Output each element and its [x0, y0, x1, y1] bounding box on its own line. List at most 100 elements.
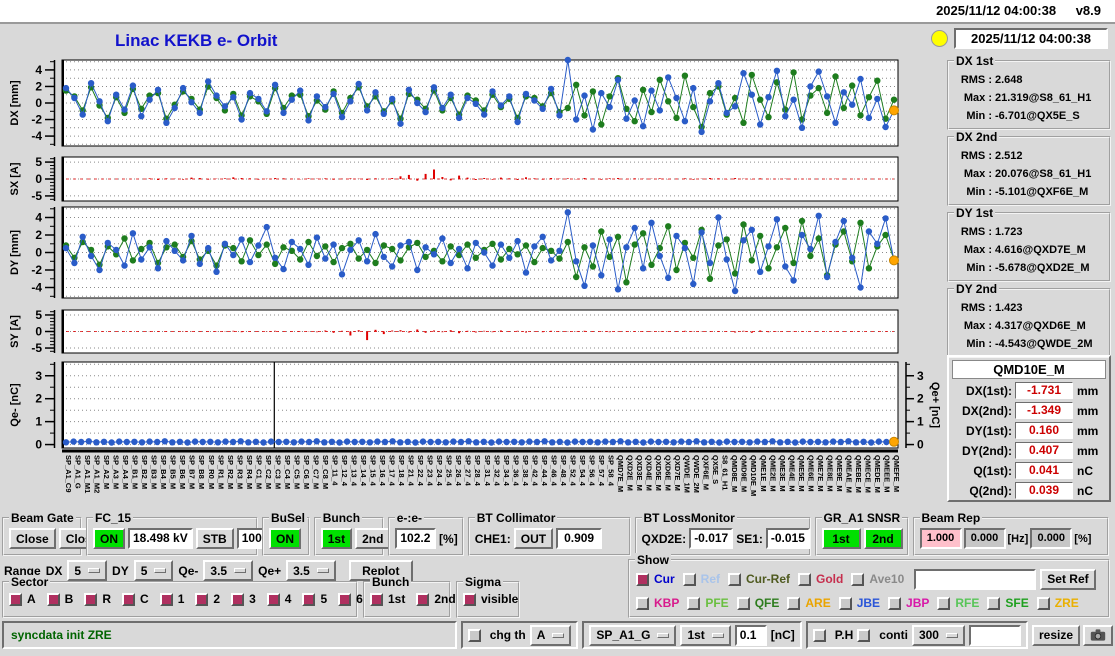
range-dy-dropdown[interactable]: 5 [133, 560, 174, 581]
chg-th-dropdown[interactable]: A [529, 624, 572, 646]
sector-checkbox-4[interactable] [266, 592, 280, 606]
sector-checkbox-5[interactable] [302, 592, 316, 606]
sector-checkbox-a[interactable] [9, 592, 22, 606]
ee-ratio-unit: [%] [439, 531, 458, 546]
svg-text:SP_B5_M: SP_B5_M [169, 455, 178, 489]
show-checkbox-sfe[interactable] [987, 596, 1001, 610]
svg-text:3: 3 [35, 369, 42, 383]
show-checkbox-kbp[interactable] [636, 596, 649, 610]
svg-text:5: 5 [35, 308, 42, 322]
sector-checkbox-b[interactable] [46, 592, 60, 606]
bunch-dropdown[interactable]: 1st [680, 624, 731, 646]
se1-label: SE1: [736, 531, 763, 546]
chg-th-checkbox[interactable] [467, 628, 481, 642]
aux-input[interactable] [968, 624, 1021, 646]
show-label-rfe: RFE [955, 596, 980, 610]
bunch-title: Bunch [320, 511, 363, 525]
option-menu-indicator-icon [552, 632, 565, 638]
sector-checkbox-c[interactable] [122, 592, 136, 606]
threshold-input[interactable] [734, 624, 767, 646]
svg-text:SP_B8_M: SP_B8_M [197, 455, 206, 489]
sector-checkbox-2[interactable] [195, 592, 209, 606]
fc15-on-button[interactable]: ON [93, 528, 125, 549]
screenshot-button[interactable] [1083, 624, 1113, 646]
show-checkbox-qfe[interactable] [736, 596, 750, 610]
show-checkbox-rfe[interactable] [937, 596, 951, 610]
range-dx-dropdown[interactable]: 5 [67, 560, 108, 581]
sector-label-2: 2 [213, 592, 221, 606]
show-checkbox-jbp[interactable] [888, 596, 902, 610]
svg-text:Qe- [nC]: Qe- [nC] [9, 383, 21, 427]
svg-text:SP_44_4: SP_44_4 [540, 455, 549, 487]
titlebar-datetime: 2025/11/12 04:00:38 [936, 3, 1057, 18]
show-checkbox-gold[interactable] [798, 572, 812, 586]
beam-gate-close-button-1[interactable]: Close [9, 528, 56, 549]
svg-text:QME2E_M: QME2E_M [768, 455, 777, 492]
ref-name-input[interactable] [914, 568, 1037, 590]
fc15-stb-button[interactable]: STB [195, 528, 234, 549]
show-checkbox-are[interactable] [787, 596, 801, 610]
status-bar: syncdata init ZRE chg th A SP_A1_G 1st [… [2, 621, 1113, 649]
stat-line: RMS :1.423 [960, 302, 1023, 314]
sector-checkbox-r[interactable] [84, 592, 98, 606]
qmd-row: Q(1st): 0.041 nC [973, 462, 1093, 479]
conti-checkbox[interactable] [857, 628, 871, 642]
svg-text:-4: -4 [31, 281, 42, 295]
points-dropdown[interactable]: 300 [911, 624, 965, 646]
show-checkbox-ave10[interactable] [851, 572, 865, 586]
threshold-unit: [nC] [770, 628, 795, 642]
gr-a1-2nd-button[interactable]: 2nd [863, 528, 903, 549]
show-checkbox-zre[interactable] [1036, 596, 1050, 610]
show-checkbox-ref[interactable] [682, 572, 696, 586]
range-qep-label: Qe+ [258, 563, 282, 578]
sector-checkbox-6[interactable] [338, 592, 352, 606]
show-checkbox-jbe[interactable] [838, 596, 852, 610]
sector-checkbox-1[interactable] [159, 592, 173, 606]
show-item-cur-ref: Cur-Ref [728, 572, 790, 586]
bunch-1st-button[interactable]: 1st [320, 528, 353, 549]
stat-line: RMS :2.512 [960, 150, 1023, 162]
svg-text:SP_C5_M: SP_C5_M [292, 455, 301, 489]
ph-checkbox[interactable] [812, 628, 826, 642]
set-ref-button[interactable]: Set Ref [1040, 568, 1096, 590]
bunch-select-label-2nd: 2nd [434, 592, 456, 606]
svg-text:QMEDE_M: QMEDE_M [873, 455, 882, 493]
resize-button[interactable]: resize [1031, 624, 1080, 646]
beam-rep-value-3: 0.000 [1030, 528, 1073, 549]
bunch-select-checkbox-1st[interactable] [370, 592, 383, 606]
gr-a1-1st-button[interactable]: 1st [821, 528, 861, 549]
show-checkbox-pfe[interactable] [687, 596, 701, 610]
svg-text:QMD9E_M: QMD9E_M [740, 455, 749, 492]
che1-out-button[interactable]: OUT [513, 528, 554, 549]
qmd-monitor-panel: QMD10E_M DX(1st): -1.731 mm DX(2nd): -1.349 m… [947, 355, 1111, 502]
sector-group: Sector ABRC123456BT [2, 575, 408, 618]
bunch-select-checkbox-2nd[interactable] [416, 592, 430, 606]
bunch-2nd-button[interactable]: 2nd [355, 528, 391, 549]
status-message: syncdata init ZRE [11, 628, 112, 642]
sector-item-4: 4 [266, 592, 291, 606]
sigma-checkbox-visible[interactable] [463, 592, 476, 606]
show-label-kbp: KBP [654, 596, 680, 610]
svg-text:SP_B6_M: SP_B6_M [178, 455, 187, 489]
page-title: Linac KEKB e- Orbit [115, 31, 278, 50]
svg-text:SP_58_4: SP_58_4 [607, 455, 616, 487]
range-qep-dropdown[interactable]: 3.5 [286, 560, 336, 581]
show-checkbox-cur-ref[interactable] [728, 572, 742, 586]
sector-checkbox-3[interactable] [231, 592, 245, 606]
svg-text:SP_42_4: SP_42_4 [530, 455, 539, 487]
svg-text:-5: -5 [31, 341, 42, 355]
svg-text:SP_48_4: SP_48_4 [559, 455, 568, 487]
show-checkbox-cur[interactable] [636, 572, 649, 586]
fc15-group: FC_15 ON 18.498 kV STB 100 % [86, 511, 281, 556]
svg-text:SP_C8_M: SP_C8_M [321, 455, 330, 489]
busel-on-button[interactable]: ON [269, 528, 301, 549]
stats-group-dx-1st: DX 1st RMS :2.648 Max :21.319@S8_61_H1 Min … [947, 54, 1111, 130]
sp-dropdown[interactable]: SP_A1_G [589, 624, 677, 646]
show-label-pfe: PFE [705, 596, 729, 610]
range-qem-dropdown[interactable]: 3.5 [203, 560, 254, 581]
svg-text:SP_11_4: SP_11_4 [331, 455, 340, 486]
beam-gate-title: Beam Gate [9, 511, 76, 525]
svg-text:0: 0 [35, 438, 42, 452]
bt-collimator-title: BT Collimator [474, 511, 558, 525]
bt-lossmonitor-group: BT LossMonitor QXD2E: -0.017 SE1: -0.015 [634, 511, 811, 556]
